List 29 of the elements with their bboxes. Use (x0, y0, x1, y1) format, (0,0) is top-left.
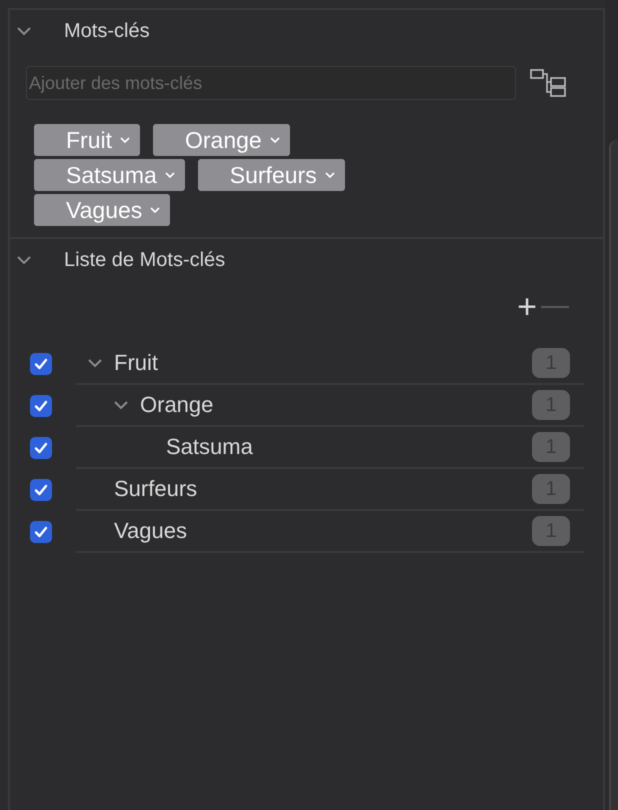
checkmark-icon (34, 484, 48, 496)
checkmark-icon (34, 526, 48, 538)
keyword-label[interactable]: Orange (140, 392, 214, 418)
keyword-label[interactable]: Vagues (114, 518, 187, 544)
caret-icon (164, 172, 175, 178)
caret-icon (120, 136, 130, 144)
section-title: Mots-clés (64, 20, 150, 42)
checkbox[interactable] (30, 395, 52, 417)
caret-icon (270, 136, 280, 144)
chevron-icon[interactable] (16, 26, 32, 36)
keyword-label[interactable]: Satsuma (166, 434, 253, 460)
chevron-icon[interactable] (16, 255, 32, 265)
section-title: Liste de Mots-clés (64, 248, 226, 272)
keyword-input-field[interactable]: Ajouter des mots-clés (26, 66, 516, 100)
checkbox[interactable] (30, 437, 52, 459)
checkbox[interactable] (30, 479, 52, 501)
keyword-label[interactable]: Surfeurs (114, 476, 198, 502)
checkmark-icon (34, 400, 48, 412)
hierarchy-icon[interactable] (530, 69, 566, 97)
caret-icon (150, 206, 160, 214)
keyword-label[interactable]: Fruit (114, 350, 158, 376)
checkmark-icon (34, 358, 48, 370)
checkmark-icon (34, 442, 48, 454)
caret-icon (324, 172, 335, 178)
chevron-icon[interactable] (113, 400, 129, 410)
chevron-icon[interactable] (87, 358, 103, 368)
checkbox[interactable] (30, 353, 52, 375)
add-button[interactable]: + (517, 290, 537, 324)
checkbox[interactable] (30, 521, 52, 543)
